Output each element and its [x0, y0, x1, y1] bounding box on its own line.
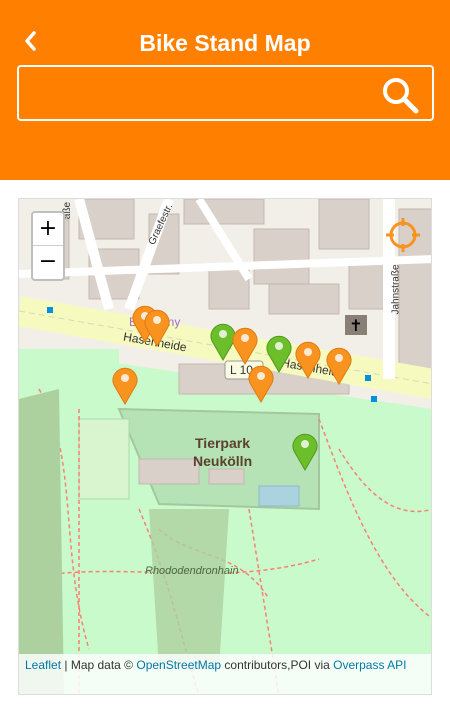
zoom-in-button[interactable]: +: [33, 213, 63, 246]
bike-stand-marker-icon[interactable]: [291, 431, 319, 471]
bike-stand-marker-icon[interactable]: [247, 363, 275, 403]
park-label-line1: Tierpark: [195, 435, 250, 451]
leaflet-link[interactable]: Leaflet: [25, 658, 61, 672]
search-input[interactable]: [27, 75, 367, 111]
bike-stand-marker-icon[interactable]: [294, 339, 322, 379]
street-label-jahnstr: Jahnstraße: [390, 264, 402, 315]
app-header: Bike Stand Map: [0, 0, 450, 180]
bike-stand-marker-icon[interactable]: [143, 307, 171, 347]
openstreetmap-link[interactable]: OpenStreetMap: [136, 658, 221, 672]
overpass-api-link[interactable]: Overpass API: [333, 658, 406, 672]
attribution-middle-text: contributors,POI via: [221, 658, 334, 672]
search-icon[interactable]: [380, 75, 420, 115]
locate-crosshair-icon[interactable]: [385, 217, 421, 253]
svg-text:✝: ✝: [349, 316, 362, 335]
bike-stand-marker-icon[interactable]: [111, 365, 139, 405]
bike-stand-marker-icon[interactable]: [325, 345, 353, 385]
page-title: Bike Stand Map: [139, 30, 311, 56]
bike-stand-marker-icon[interactable]: [231, 325, 259, 365]
area-label-rhododendron: Rhododendronhain: [145, 565, 239, 577]
zoom-out-button[interactable]: −: [33, 246, 63, 279]
park-label-line2: Neukölln: [193, 453, 253, 469]
map-view[interactable]: ✝ Hasenheide Hasenheide L 10 Br mpany Ti…: [18, 198, 432, 695]
zoom-control: + −: [31, 211, 65, 281]
map-attribution: Leaflet | Map data © OpenStreetMap contr…: [19, 654, 431, 694]
attribution-separator: | Map data ©: [61, 658, 137, 672]
search-bar: [17, 65, 434, 121]
